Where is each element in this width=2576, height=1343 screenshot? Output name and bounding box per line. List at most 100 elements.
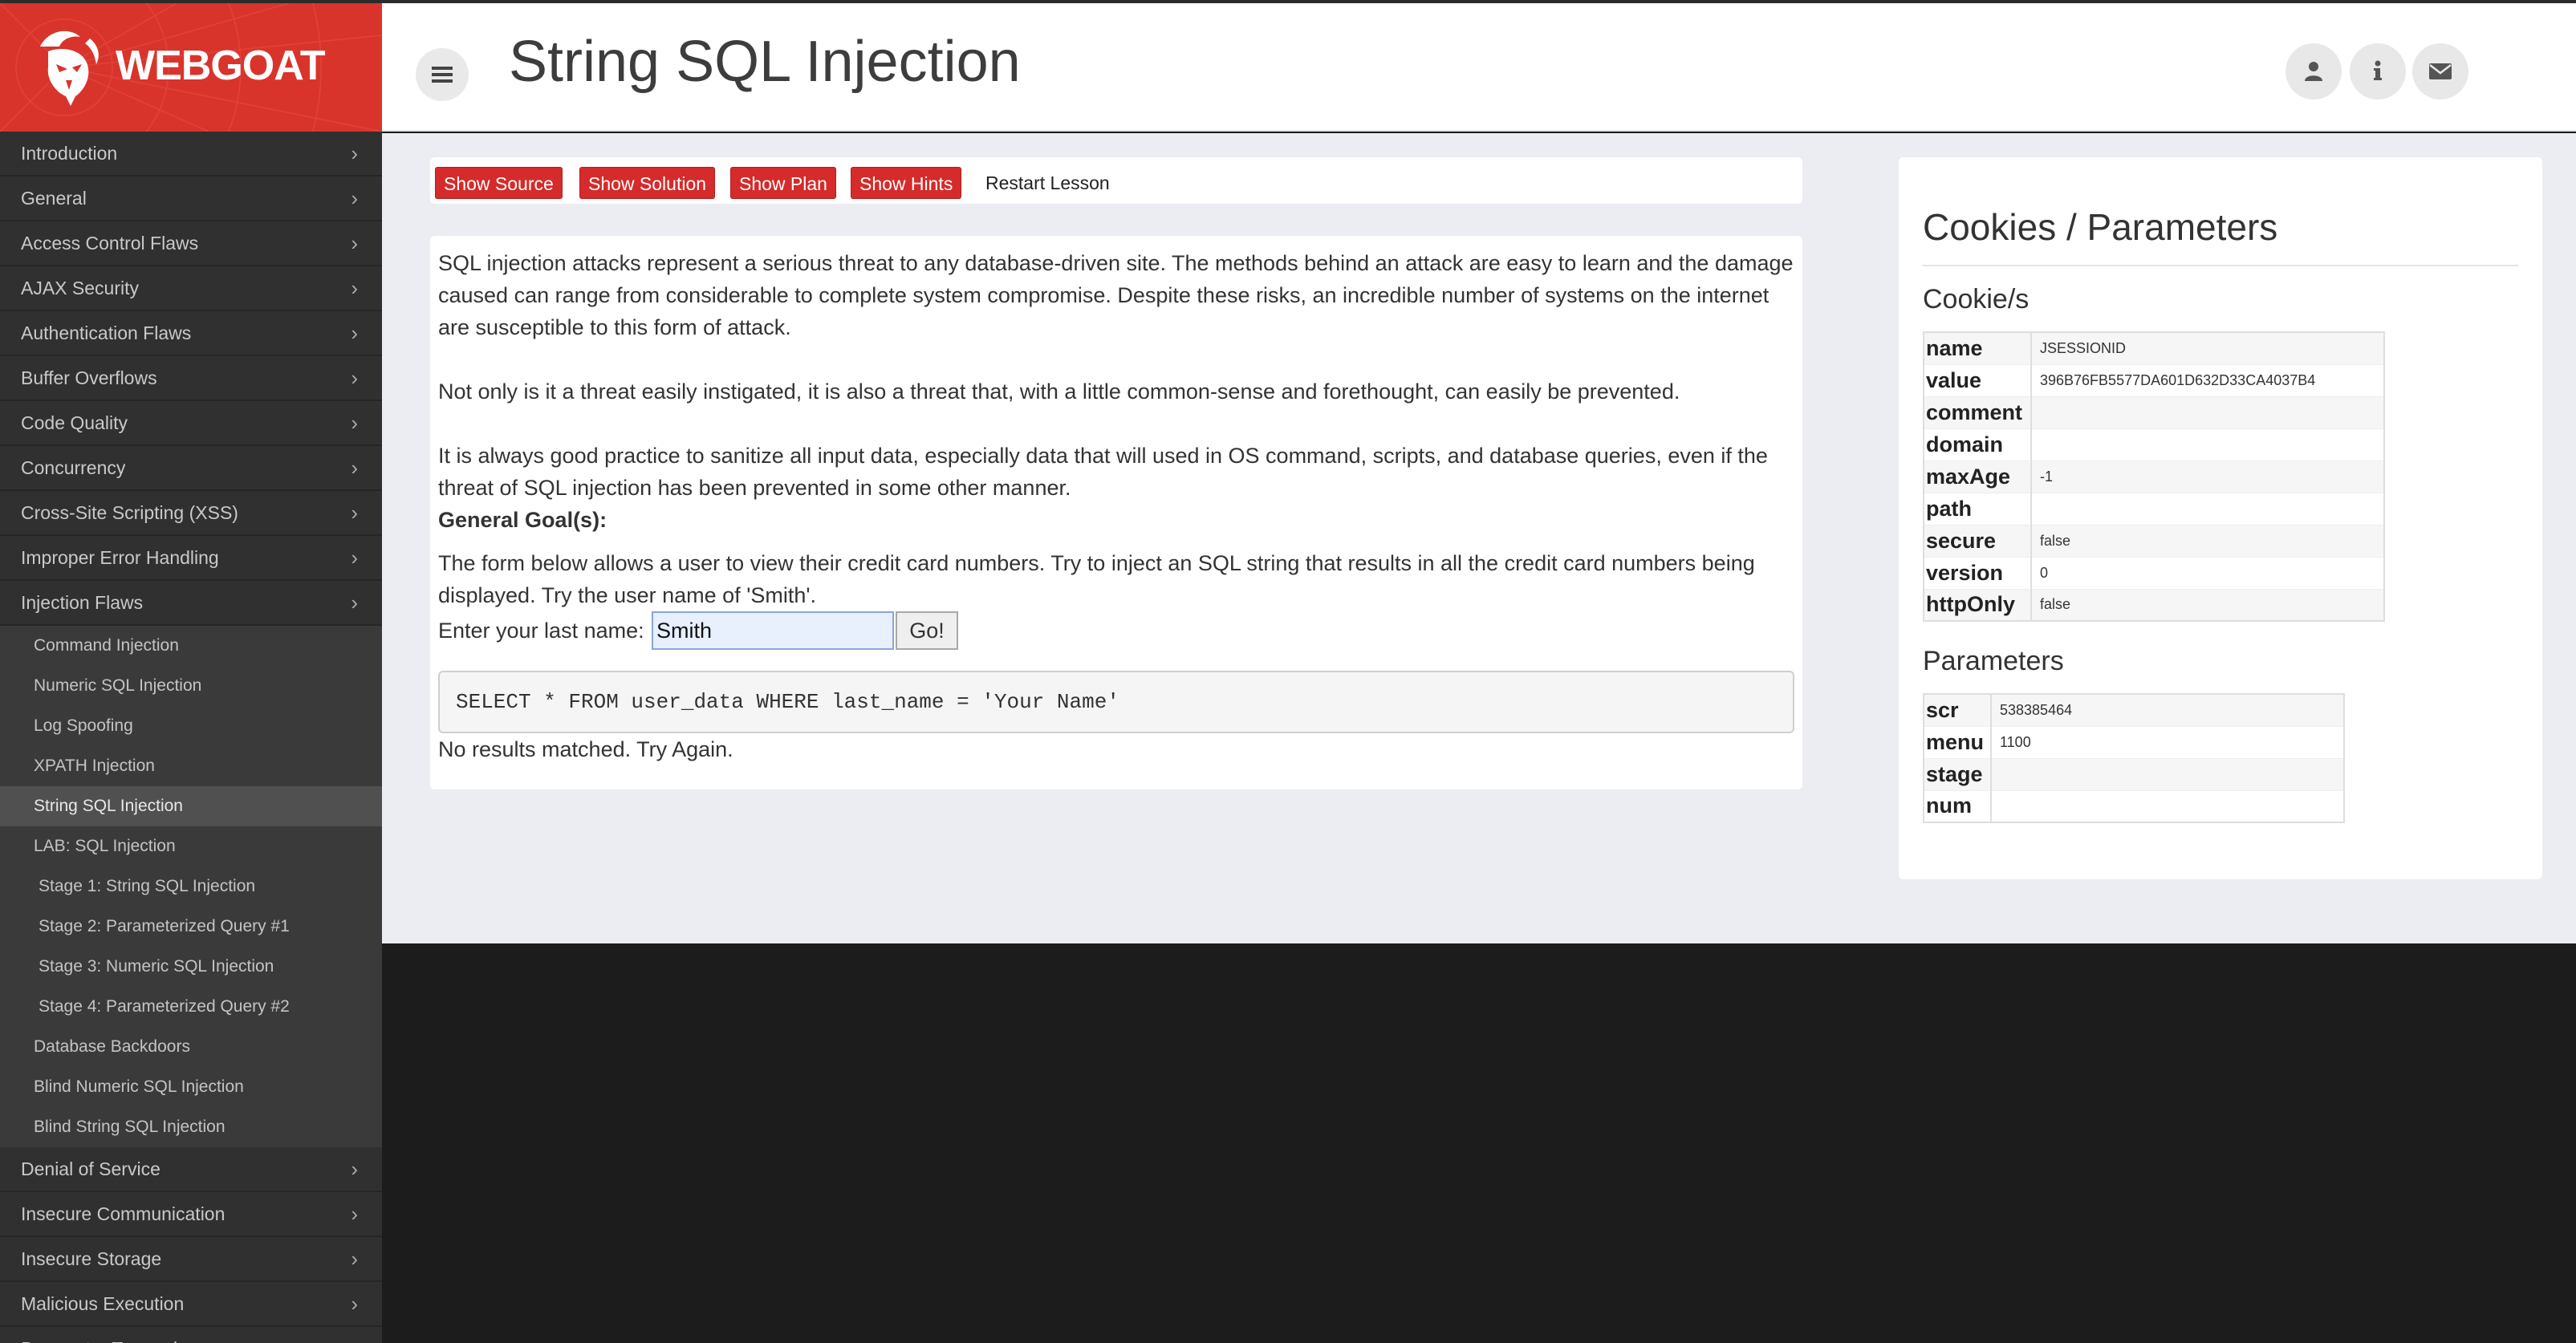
sidebar-category-insecure-storage[interactable]: Insecure Storage ›: [0, 1237, 382, 1282]
table-key-cell: num: [1924, 790, 1992, 823]
sidebar-category-label: Authentication Flaws: [21, 323, 192, 343]
page-header: String SQL Injection: [382, 3, 2576, 132]
user-button[interactable]: [2285, 43, 2342, 99]
sidebar-lesson-string-sql-injection[interactable]: String SQL Injection: [0, 786, 382, 826]
sidebar-category-cross-site-scripting-xss[interactable]: Cross-Site Scripting (XSS) ›: [0, 491, 382, 536]
table-key-cell: domain: [1924, 428, 2032, 461]
sidebar-lesson-stage-3-numeric-sql-injection[interactable]: Stage 3: Numeric SQL Injection: [0, 947, 382, 987]
chevron-right-icon: ›: [351, 411, 358, 435]
sidebar-lesson-xpath-injection[interactable]: XPATH Injection: [0, 746, 382, 786]
sidebar-lesson-log-spoofing[interactable]: Log Spoofing: [0, 706, 382, 746]
show-plan-button[interactable]: Show Plan: [730, 167, 836, 199]
sql-query-preview: SELECT * FROM user_data WHERE last_name …: [438, 671, 1794, 733]
envelope-icon: [2429, 63, 2452, 79]
chevron-right-icon: ›: [351, 1157, 358, 1181]
table-row: value 396B76FB5577DA601D632D33CA4037B4: [1924, 364, 2384, 397]
menu-toggle-button[interactable]: [416, 48, 469, 101]
sidebar-lesson-command-injection[interactable]: Command Injection: [0, 626, 382, 666]
sidebar-category-authentication-flaws[interactable]: Authentication Flaws ›: [0, 311, 382, 356]
sidebar-category-label: Buffer Overflows: [21, 367, 157, 388]
chevron-right-icon: ›: [351, 276, 358, 300]
sidebar-category-label: Cross-Site Scripting (XSS): [21, 502, 238, 523]
chevron-right-icon: ›: [351, 456, 358, 480]
table-row: domain: [1924, 428, 2384, 461]
chevron-right-icon: ›: [351, 141, 358, 165]
sidebar-lesson-stage-4-parameterized-query-2[interactable]: Stage 4: Parameterized Query #2: [0, 987, 382, 1027]
sidebar-category-ajax-security[interactable]: AJAX Security ›: [0, 266, 382, 311]
table-key-cell: menu: [1924, 726, 1992, 759]
sidebar-category-injection-flaws[interactable]: Injection Flaws ›: [0, 581, 382, 626]
sidebar-lesson-blind-numeric-sql-injection[interactable]: Blind Numeric SQL Injection: [0, 1067, 382, 1107]
cookies-panel-title: Cookies / Parameters: [1923, 205, 2518, 266]
table-key-cell: scr: [1924, 694, 1992, 727]
table-value-cell: [1991, 790, 2344, 823]
table-value-cell: -1: [2031, 461, 2384, 493]
sidebar-category-label: Parameter Tampering: [21, 1338, 198, 1343]
sidebar-category-label: Insecure Communication: [21, 1203, 226, 1224]
sidebar-lesson-stage-2-parameterized-query-1[interactable]: Stage 2: Parameterized Query #1: [0, 907, 382, 947]
restart-lesson-link[interactable]: Restart Lesson: [985, 167, 1110, 199]
table-value-cell: [1991, 758, 2344, 791]
table-row: name JSESSIONID: [1924, 332, 2384, 365]
show-solution-button[interactable]: Show Solution: [579, 167, 716, 199]
table-row: menu 1100: [1924, 726, 2344, 759]
go-button[interactable]: Go!: [896, 611, 958, 650]
sidebar-category-label: Denial of Service: [21, 1158, 160, 1179]
contact-button[interactable]: [2412, 43, 2468, 99]
chevron-right-icon: ›: [351, 1247, 358, 1271]
table-row: maxAge -1: [1924, 461, 2384, 493]
table-row: scr 538385464: [1924, 694, 2344, 727]
sidebar-lesson-blind-string-sql-injection[interactable]: Blind String SQL Injection: [0, 1107, 382, 1147]
sidebar-category-code-quality[interactable]: Code Quality ›: [0, 401, 382, 446]
sidebar-category-label: Malicious Execution: [21, 1293, 185, 1314]
table-value-cell: [2031, 396, 2384, 429]
lesson-panel: SQL injection attacks represent a seriou…: [430, 236, 1802, 789]
sidebar-lesson-database-backdoors[interactable]: Database Backdoors: [0, 1027, 382, 1067]
chevron-right-icon: ›: [351, 501, 358, 525]
brand-header[interactable]: WEBGOAT: [0, 3, 382, 132]
sidebar-category-introduction[interactable]: Introduction ›: [0, 132, 382, 176]
sidebar-category-label: Code Quality: [21, 412, 128, 433]
table-key-cell: version: [1924, 557, 2032, 590]
sidebar-category-improper-error-handling[interactable]: Improper Error Handling ›: [0, 536, 382, 581]
brand-name: WEBGOAT: [116, 43, 326, 89]
table-row: secure false: [1924, 525, 2384, 558]
table-key-cell: path: [1924, 493, 2032, 525]
table-value-cell: JSESSIONID: [2031, 332, 2384, 365]
sidebar-category-label: Insecure Storage: [21, 1248, 162, 1269]
info-button[interactable]: [2350, 43, 2406, 99]
table-key-cell: stage: [1924, 758, 1992, 791]
table-key-cell: comment: [1924, 396, 2032, 429]
goal-text: The form below allows a user to view the…: [438, 551, 1755, 607]
chevron-right-icon: ›: [351, 231, 358, 255]
sidebar-category-label: Access Control Flaws: [21, 233, 199, 254]
lastname-label: Enter your last name:: [438, 619, 644, 643]
chevron-right-icon: ›: [351, 1327, 358, 1343]
sidebar-category-general[interactable]: General ›: [0, 176, 382, 221]
sidebar-lesson-numeric-sql-injection[interactable]: Numeric SQL Injection: [0, 666, 382, 706]
sidebar-category-malicious-execution[interactable]: Malicious Execution ›: [0, 1282, 382, 1327]
sidebar-category-label: Introduction: [21, 143, 118, 164]
chevron-right-icon: ›: [351, 186, 358, 210]
table-value-cell: false: [2031, 589, 2384, 622]
table-value-cell: 396B76FB5577DA601D632D33CA4037B4: [2031, 364, 2384, 397]
sidebar: WEBGOAT Introduction › General › Access Cont…: [0, 3, 382, 1343]
parameters-table: scr 538385464 menu 1100 stage num: [1923, 693, 2345, 823]
lesson-paragraph: Not only is it a threat easily instigate…: [438, 379, 1680, 404]
chevron-right-icon: ›: [351, 590, 358, 615]
sidebar-category-buffer-overflows[interactable]: Buffer Overflows ›: [0, 356, 382, 401]
sidebar-lesson-stage-1-string-sql-injection[interactable]: Stage 1: String SQL Injection: [0, 866, 382, 907]
sidebar-category-parameter-tampering[interactable]: Parameter Tampering ›: [0, 1327, 382, 1343]
sidebar-category-denial-of-service[interactable]: Denial of Service ›: [0, 1147, 382, 1192]
sidebar-category-concurrency[interactable]: Concurrency ›: [0, 446, 382, 491]
sidebar-lesson-lab-sql-injection[interactable]: LAB: SQL Injection: [0, 826, 382, 866]
sidebar-category-access-control-flaws[interactable]: Access Control Flaws ›: [0, 221, 382, 266]
cookies-parameters-panel: Cookies / Parameters Cookie/s name JSESSI…: [1899, 157, 2542, 879]
lastname-input[interactable]: [652, 611, 894, 650]
chevron-right-icon: ›: [351, 1292, 358, 1316]
sidebar-category-label: General: [21, 188, 87, 209]
show-hints-button[interactable]: Show Hints: [851, 167, 962, 199]
table-value-cell: [2031, 428, 2384, 461]
sidebar-category-insecure-communication[interactable]: Insecure Communication ›: [0, 1192, 382, 1237]
show-source-button[interactable]: Show Source: [435, 167, 563, 199]
